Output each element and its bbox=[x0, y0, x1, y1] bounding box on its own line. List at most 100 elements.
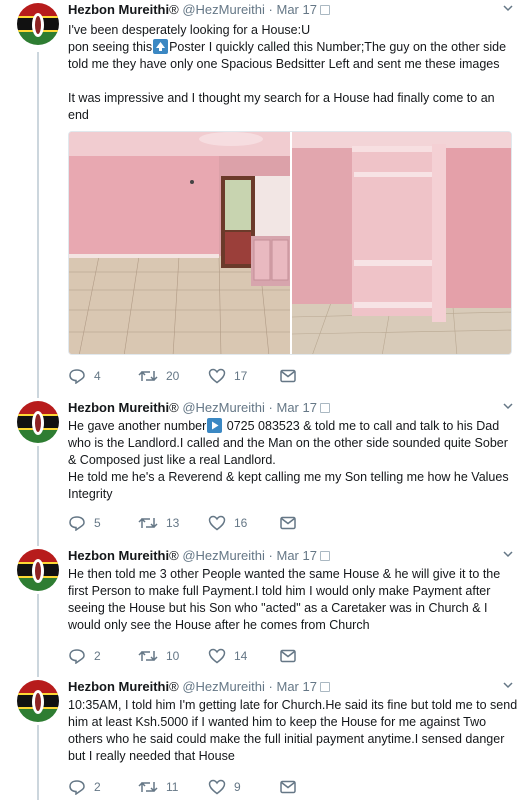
caret-down-icon[interactable] bbox=[502, 679, 514, 691]
like-action[interactable]: 14 bbox=[208, 648, 280, 664]
photo-room-wardrobe[interactable] bbox=[292, 132, 512, 355]
reply-action[interactable]: 2 bbox=[68, 779, 138, 795]
reply-action[interactable]: 2 bbox=[68, 648, 138, 664]
like-count: 9 bbox=[234, 780, 241, 794]
tweet-header: Hezbon Mureithi® @HezMureithi · Mar 17 bbox=[68, 548, 518, 564]
retweet-icon[interactable] bbox=[138, 515, 158, 531]
reply-icon[interactable] bbox=[68, 515, 86, 531]
reply-icon[interactable] bbox=[68, 779, 86, 795]
verified-badge-icon bbox=[319, 5, 330, 15]
reply-count: 2 bbox=[94, 649, 101, 663]
retweet-icon[interactable] bbox=[138, 368, 158, 384]
like-icon[interactable] bbox=[208, 779, 226, 795]
reply-icon[interactable] bbox=[68, 648, 86, 664]
tweet-header: Hezbon Mureithi® @HezMureithi · Mar 17 bbox=[68, 679, 518, 695]
reply-icon[interactable] bbox=[68, 368, 86, 384]
tweet-date[interactable]: Mar 17 bbox=[276, 548, 316, 563]
tweet-text: I've been desperately looking for a Hous… bbox=[68, 22, 518, 124]
retweet-action[interactable]: 20 bbox=[138, 368, 208, 384]
like-icon[interactable] bbox=[208, 368, 226, 384]
dm-action[interactable] bbox=[280, 649, 304, 663]
verified-badge-icon bbox=[319, 403, 330, 413]
registered-mark: ® bbox=[169, 548, 179, 563]
up-arrow-emoji-icon bbox=[153, 39, 169, 54]
tweet-text: 10:35AM, I told him I'm getting late for… bbox=[68, 698, 521, 763]
tweet[interactable]: Hezbon Mureithi® @HezMureithi · Mar 17 H… bbox=[0, 398, 527, 538]
tweet-actions: 5 13 16 bbox=[68, 514, 304, 532]
dm-action[interactable] bbox=[280, 780, 304, 794]
retweet-action[interactable]: 11 bbox=[138, 779, 208, 795]
dm-action[interactable] bbox=[280, 369, 304, 383]
separator: · bbox=[268, 400, 273, 415]
avatar-flag-logo bbox=[14, 398, 62, 446]
retweet-icon[interactable] bbox=[138, 779, 158, 795]
tweet-actions: 2 10 14 bbox=[68, 647, 304, 665]
retweet-action[interactable]: 10 bbox=[138, 648, 208, 664]
like-count: 14 bbox=[234, 649, 248, 663]
author-name[interactable]: Hezbon Mureithi bbox=[68, 2, 169, 17]
dm-icon[interactable] bbox=[280, 516, 296, 530]
reply-count: 2 bbox=[94, 780, 101, 794]
like-icon[interactable] bbox=[208, 515, 226, 531]
author-handle[interactable]: @HezMureithi bbox=[182, 548, 265, 563]
author-handle[interactable]: @HezMureithi bbox=[182, 2, 265, 17]
like-action[interactable]: 17 bbox=[208, 368, 280, 384]
reply-count: 5 bbox=[94, 516, 101, 530]
tweet-date[interactable]: Mar 17 bbox=[276, 400, 316, 415]
avatar[interactable] bbox=[14, 398, 62, 446]
dm-icon[interactable] bbox=[280, 369, 296, 383]
author-name[interactable]: Hezbon Mureithi bbox=[68, 400, 169, 415]
tweet-header: Hezbon Mureithi® @HezMureithi · Mar 17 bbox=[68, 400, 518, 416]
like-action[interactable]: 9 bbox=[208, 779, 280, 795]
retweet-action[interactable]: 13 bbox=[138, 515, 208, 531]
registered-mark: ® bbox=[169, 400, 179, 415]
registered-mark: ® bbox=[169, 679, 179, 694]
avatar-flag-logo bbox=[14, 0, 62, 48]
photo-room-balcony[interactable] bbox=[69, 132, 290, 355]
avatar[interactable] bbox=[14, 546, 62, 594]
retweet-count: 10 bbox=[166, 649, 180, 663]
tweet[interactable]: Hezbon Mureithi® @HezMureithi · Mar 17 1… bbox=[0, 677, 527, 800]
tweet-date[interactable]: Mar 17 bbox=[276, 679, 316, 694]
tweet-text: He then told me 3 other People wanted th… bbox=[68, 567, 504, 632]
retweet-count: 20 bbox=[166, 369, 180, 383]
tweet-header: Hezbon Mureithi® @HezMureithi · Mar 17 bbox=[68, 2, 518, 18]
like-action[interactable]: 16 bbox=[208, 515, 280, 531]
tweet-date[interactable]: Mar 17 bbox=[276, 2, 316, 17]
reply-count: 4 bbox=[94, 369, 101, 383]
separator: · bbox=[268, 548, 273, 563]
tweet[interactable]: Hezbon Mureithi® @HezMureithi · Mar 17 I… bbox=[0, 0, 527, 395]
avatar-flag-logo bbox=[14, 546, 62, 594]
retweet-count: 11 bbox=[166, 780, 179, 794]
avatar[interactable] bbox=[14, 677, 62, 725]
like-count: 17 bbox=[234, 369, 248, 383]
author-handle[interactable]: @HezMureithi bbox=[182, 679, 265, 694]
caret-down-icon[interactable] bbox=[502, 2, 514, 14]
reply-action[interactable]: 4 bbox=[68, 368, 138, 384]
author-name[interactable]: Hezbon Mureithi bbox=[68, 548, 169, 563]
author-name[interactable]: Hezbon Mureithi bbox=[68, 679, 169, 694]
tweet-media[interactable] bbox=[68, 131, 512, 355]
play-arrow-emoji-icon bbox=[207, 418, 223, 433]
tweet-actions: 2 11 9 bbox=[68, 778, 304, 796]
like-icon[interactable] bbox=[208, 648, 226, 664]
registered-mark: ® bbox=[169, 2, 179, 17]
caret-down-icon[interactable] bbox=[502, 548, 514, 560]
retweet-count: 13 bbox=[166, 516, 180, 530]
retweet-icon[interactable] bbox=[138, 648, 158, 664]
author-handle[interactable]: @HezMureithi bbox=[182, 400, 265, 415]
dm-action[interactable] bbox=[280, 516, 304, 530]
caret-down-icon[interactable] bbox=[502, 400, 514, 412]
separator: · bbox=[268, 679, 273, 694]
tweet-actions: 4 20 17 bbox=[68, 367, 304, 385]
like-count: 16 bbox=[234, 516, 248, 530]
avatar-flag-logo bbox=[14, 677, 62, 725]
reply-action[interactable]: 5 bbox=[68, 515, 138, 531]
tweet-text: He gave another number 0725 083523 & tol… bbox=[68, 418, 518, 503]
dm-icon[interactable] bbox=[280, 649, 296, 663]
verified-badge-icon bbox=[319, 682, 330, 692]
dm-icon[interactable] bbox=[280, 780, 296, 794]
avatar[interactable] bbox=[14, 0, 62, 48]
separator: · bbox=[268, 2, 273, 17]
tweet[interactable]: Hezbon Mureithi® @HezMureithi · Mar 17 H… bbox=[0, 546, 527, 671]
